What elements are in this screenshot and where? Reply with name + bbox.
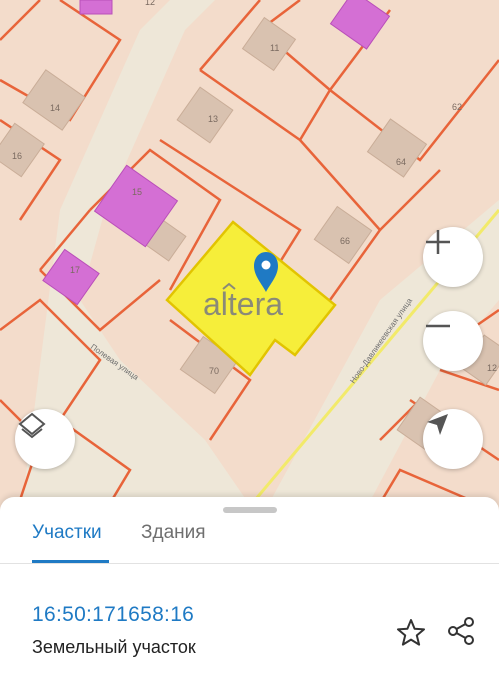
minus-icon xyxy=(426,324,450,328)
navigation-arrow-icon xyxy=(427,414,448,435)
layers-icon xyxy=(18,412,46,439)
layers-button[interactable] xyxy=(15,409,75,469)
lot-number: 17 xyxy=(70,265,80,275)
zoom-in-button[interactable] xyxy=(423,227,483,287)
favorite-button[interactable] xyxy=(393,615,429,651)
zoom-out-button[interactable] xyxy=(423,311,483,371)
cadastral-number[interactable]: 16:50:171658:16 xyxy=(32,603,194,627)
lot-number: 62 xyxy=(452,102,462,112)
tab-buildings[interactable]: Здания xyxy=(141,521,206,545)
altera-watermark: altera xyxy=(203,286,283,322)
map-view[interactable]: 12 11 14 13 62 16 64 15 66 17 70 12 Поле… xyxy=(0,0,499,520)
lot-number: 11 xyxy=(270,43,279,53)
plus-icon xyxy=(426,230,450,254)
star-icon xyxy=(397,619,425,646)
tab-parcels[interactable]: Участки xyxy=(32,521,102,545)
lot-number: 14 xyxy=(50,103,60,113)
share-button[interactable] xyxy=(443,613,479,649)
lot-number: 70 xyxy=(209,366,219,376)
sheet-drag-handle[interactable] xyxy=(223,507,277,513)
lot-number: 15 xyxy=(132,187,142,197)
lot-number: 12 xyxy=(487,363,497,373)
lot-number: 12 xyxy=(145,0,155,7)
lot-number: 16 xyxy=(12,151,22,161)
share-icon xyxy=(448,617,474,645)
lot-number: 13 xyxy=(208,114,218,124)
locate-button[interactable] xyxy=(423,409,483,469)
bottom-sheet: Участки Здания 16:50:171658:16 Земельный… xyxy=(0,497,499,688)
tabs-divider xyxy=(0,563,499,564)
object-type-label: Земельный участок xyxy=(32,637,196,657)
lot-number: 64 xyxy=(396,157,406,167)
lot-number: 66 xyxy=(340,236,350,246)
